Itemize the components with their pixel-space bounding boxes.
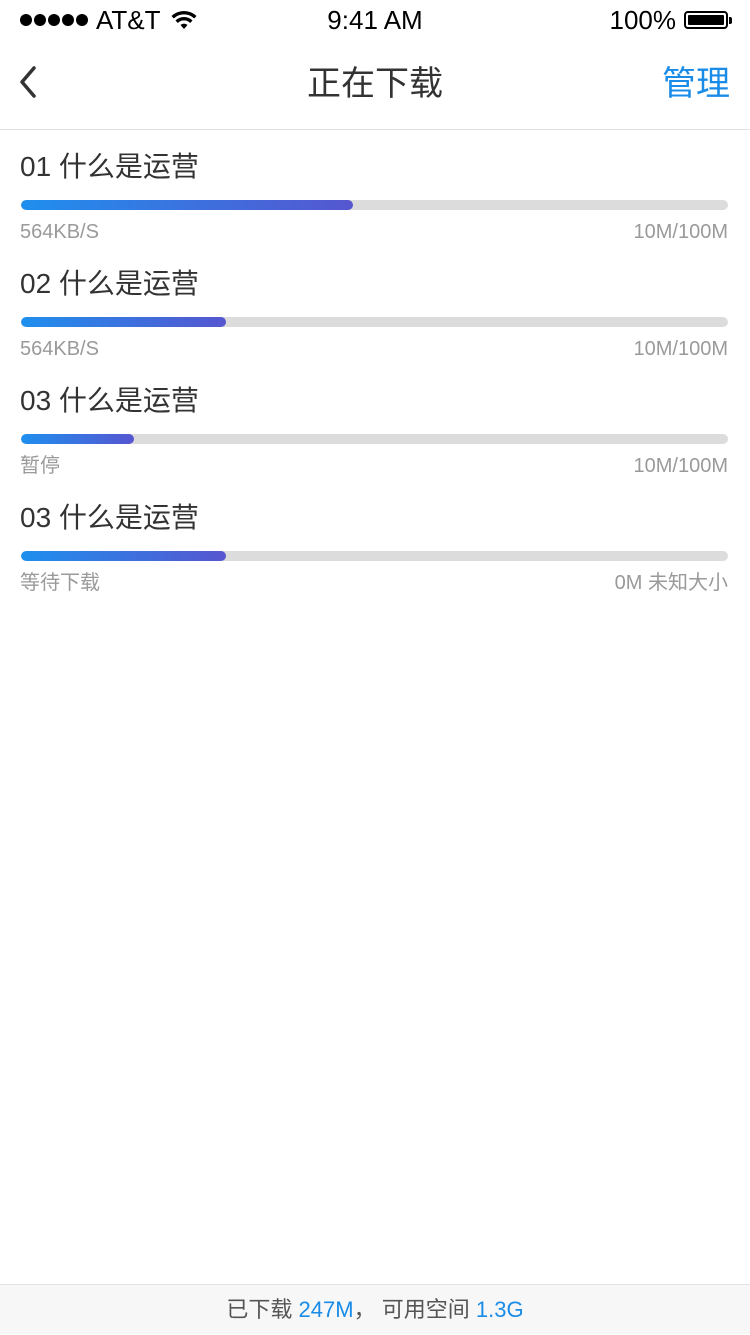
battery-icon: [684, 11, 732, 29]
storage-summary: 已下载 247M， 可用空间 1.3G: [0, 1284, 750, 1334]
manage-button[interactable]: 管理: [662, 64, 730, 104]
download-status: 564KB/S: [20, 338, 99, 360]
status-bar: AT&T 9:41 AM 100%: [0, 0, 750, 40]
download-title: 02 什么是运营: [20, 268, 199, 299]
progress-fill: [21, 317, 227, 327]
progress-bar: [21, 434, 728, 444]
download-size: 10M/100M: [633, 455, 729, 477]
progress-fill: [21, 551, 227, 561]
download-title: 01 什么是运营: [20, 151, 199, 182]
download-status: 暂停: [20, 455, 60, 477]
download-status: 564KB/S: [20, 221, 99, 243]
download-size: 0M 未知大小: [614, 572, 728, 594]
download-item[interactable]: 03 什么是运营 暂停 10M/100M: [0, 364, 750, 481]
download-list: 01 什么是运营 564KB/S 10M/100M 02 什么是运营 564KB…: [0, 130, 750, 598]
downloaded-value: 247M: [298, 1297, 354, 1322]
downloaded-label: 已下载: [226, 1297, 293, 1322]
progress-fill: [21, 200, 354, 210]
download-item[interactable]: 03 什么是运营 等待下载 0M 未知大小: [0, 481, 750, 598]
separator: ，: [353, 1297, 376, 1322]
progress-fill: [21, 434, 135, 444]
progress-bar: [21, 317, 728, 327]
available-space-label: 可用空间: [381, 1297, 470, 1322]
download-item[interactable]: 02 什么是运营 564KB/S 10M/100M: [0, 247, 750, 364]
download-size: 10M/100M: [633, 338, 729, 360]
navigation-bar: 正在下载 管理: [0, 40, 750, 130]
download-title: 03 什么是运营: [20, 385, 199, 416]
download-status: 等待下载: [20, 572, 100, 594]
available-space-value: 1.3G: [475, 1297, 524, 1322]
battery-percentage: 100%: [609, 4, 677, 35]
download-size: 10M/100M: [633, 221, 729, 243]
download-title: 03 什么是运营: [20, 502, 199, 533]
progress-bar: [21, 551, 728, 561]
download-item[interactable]: 01 什么是运营 564KB/S 10M/100M: [0, 130, 750, 247]
status-bar-right: 100%: [609, 4, 732, 35]
page-title: 正在下载: [307, 65, 443, 103]
progress-bar: [21, 200, 728, 210]
